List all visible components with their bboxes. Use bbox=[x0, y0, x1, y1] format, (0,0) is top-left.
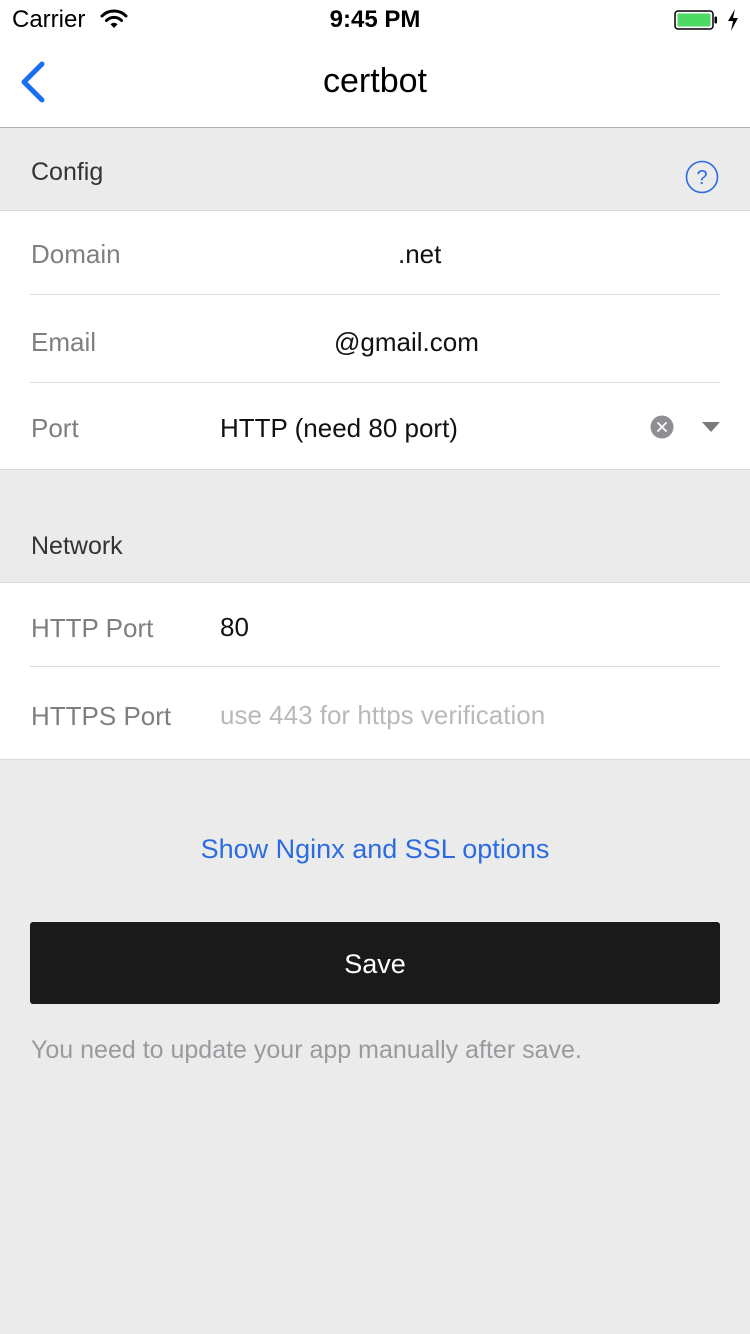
network-section-title: Network bbox=[31, 532, 123, 560]
https-port-input[interactable] bbox=[220, 699, 700, 731]
port-row[interactable]: Port HTTP (need 80 port) bbox=[0, 383, 750, 469]
page-title: certbot bbox=[323, 62, 427, 100]
chevron-down-icon[interactable] bbox=[701, 421, 721, 433]
http-port-input[interactable] bbox=[220, 611, 700, 643]
port-select-value[interactable]: HTTP (need 80 port) bbox=[220, 413, 458, 444]
navigation-bar: certbot bbox=[0, 40, 750, 128]
battery-icon bbox=[674, 10, 717, 30]
domain-row: Domain .net bbox=[0, 211, 750, 295]
show-nginx-ssl-options-link[interactable]: Show Nginx and SSL options bbox=[0, 834, 750, 865]
question-circle-icon[interactable]: ? bbox=[685, 160, 719, 194]
network-section-header: Network bbox=[0, 470, 750, 583]
http-port-row: HTTP Port bbox=[0, 583, 750, 667]
email-label: Email bbox=[31, 327, 97, 357]
http-port-label: HTTP Port bbox=[31, 613, 154, 643]
clear-icon[interactable] bbox=[650, 415, 674, 439]
save-note: You need to update your app manually aft… bbox=[31, 1036, 582, 1064]
config-section-header: Config ? bbox=[0, 128, 750, 211]
status-time: 9:45 PM bbox=[329, 6, 421, 33]
status-bar: Carrier 9:45 PM bbox=[0, 0, 750, 40]
svg-text:?: ? bbox=[696, 167, 707, 189]
save-button[interactable]: Save bbox=[30, 922, 720, 1004]
email-row: Email @gmail.com bbox=[0, 295, 750, 383]
domain-label: Domain bbox=[31, 239, 121, 269]
network-form-group: HTTP Port HTTPS Port bbox=[0, 583, 750, 760]
domain-field[interactable]: .net bbox=[398, 239, 441, 270]
https-port-row: HTTPS Port bbox=[0, 667, 750, 759]
config-section-title: Config bbox=[31, 158, 104, 186]
port-label: Port bbox=[31, 413, 79, 443]
email-field[interactable]: @gmail.com bbox=[334, 327, 479, 358]
https-port-label: HTTPS Port bbox=[31, 701, 172, 731]
charging-bolt-icon bbox=[728, 9, 738, 31]
config-form-group: Domain .net Email @gmail.com Port HTTP (… bbox=[0, 211, 750, 470]
